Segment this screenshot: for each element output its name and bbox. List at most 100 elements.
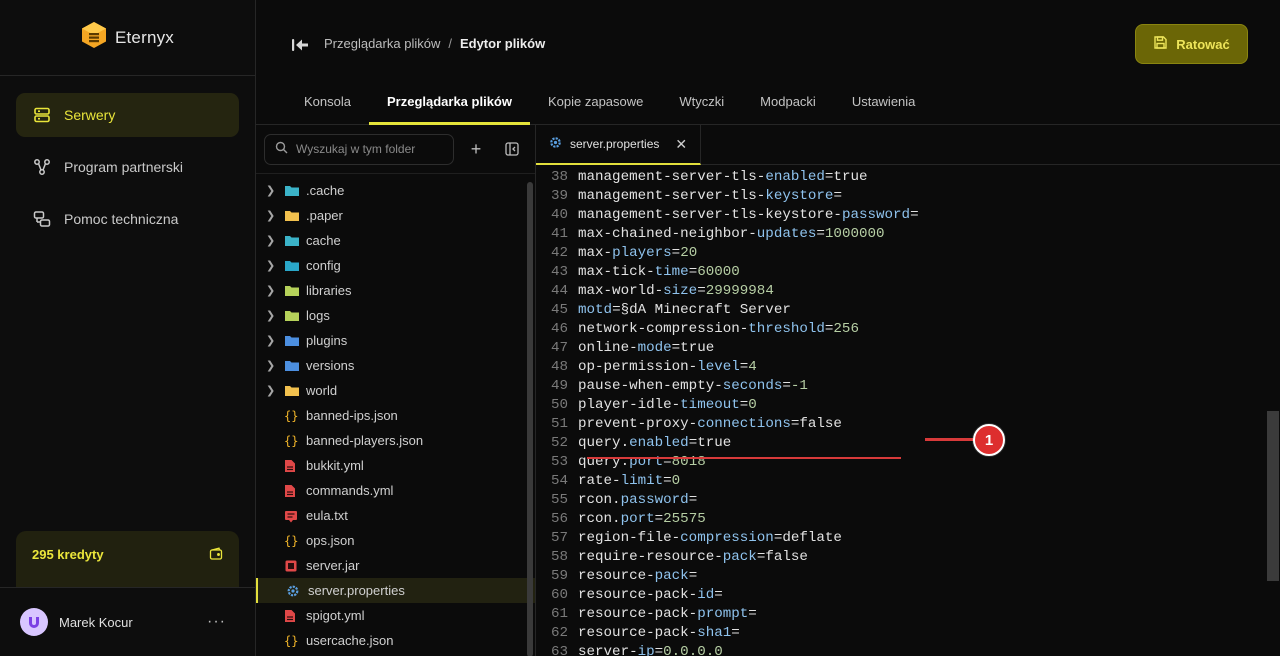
brand[interactable]: Eternyx <box>0 0 255 76</box>
folder-icon <box>284 384 304 398</box>
line-text: online-mode=true <box>578 340 715 356</box>
code-line[interactable]: 53 query.port=8018 <box>536 453 1280 472</box>
tab-backups[interactable]: Kopie zapasowe <box>530 82 661 122</box>
folder-logs-icon <box>284 309 304 323</box>
tree-file-row[interactable]: server.properties <box>256 578 535 603</box>
code-line[interactable]: 39 management-server-tls-keystore= <box>536 187 1280 206</box>
line-number: 51 <box>550 416 568 432</box>
tree-folder-row[interactable]: ❯ plugins <box>256 328 535 353</box>
tree-file-row[interactable]: {} usercache.json <box>256 628 535 653</box>
code-line[interactable]: 46 network-compression-threshold=256 <box>536 320 1280 339</box>
avatar[interactable] <box>20 608 48 636</box>
tree-folder-row[interactable]: ❯ config <box>256 253 535 278</box>
tree-file-row[interactable]: {} ops.json <box>256 528 535 553</box>
line-number: 52 <box>550 435 568 451</box>
editor-tab-server-properties[interactable]: server.properties ✕ <box>536 125 701 165</box>
code-line[interactable]: 51 prevent-proxy-connections=false <box>536 415 1280 434</box>
code-line[interactable]: 50 player-idle-timeout=0 <box>536 396 1280 415</box>
tree-folder-row[interactable]: ❯ .cache <box>256 178 535 203</box>
tree-folder-row[interactable]: ❯ libraries <box>256 278 535 303</box>
chevron-right-icon[interactable]: ❯ <box>256 234 284 247</box>
txt-icon <box>284 509 304 523</box>
more-options-icon[interactable]: ··· <box>207 613 226 631</box>
code-line[interactable]: 44 max-world-size=29999984 <box>536 282 1280 301</box>
tree-scrollbar[interactable] <box>527 182 533 656</box>
code-line[interactable]: 49 pause-when-empty-seconds=-1 <box>536 377 1280 396</box>
chevron-right-icon[interactable]: ❯ <box>256 259 284 272</box>
tree-file-row[interactable]: {} banned-players.json <box>256 428 535 453</box>
line-number: 58 <box>550 549 568 565</box>
tree-file-row[interactable]: eula.txt <box>256 503 535 528</box>
code-line[interactable]: 43 max-tick-time=60000 <box>536 263 1280 282</box>
tree-item-label: logs <box>306 308 330 323</box>
tab-console[interactable]: Konsola <box>286 82 369 122</box>
code-line[interactable]: 56 rcon.port=25575 <box>536 510 1280 529</box>
breadcrumb-parent[interactable]: Przeglądarka plików <box>324 36 440 51</box>
tree-folder-row[interactable]: ❯ logs <box>256 303 535 328</box>
jar-icon <box>284 559 304 573</box>
chevron-right-icon[interactable]: ❯ <box>256 384 284 397</box>
tree-item-label: versions <box>306 358 355 373</box>
code-line[interactable]: 59 resource-pack= <box>536 567 1280 586</box>
collapse-panel-icon[interactable] <box>498 135 526 163</box>
sidebar-item-partner-program[interactable]: Program partnerski <box>16 145 239 189</box>
tab-plugins[interactable]: Wtyczki <box>661 82 742 122</box>
save-button[interactable]: Ratować <box>1135 24 1248 64</box>
code-line[interactable]: 54 rate-limit=0 <box>536 472 1280 491</box>
tree-item-label: ops.json <box>306 533 355 548</box>
folder-versions-icon <box>284 359 304 373</box>
code-line[interactable]: 52 query.enabled=true <box>536 434 1280 453</box>
code-line[interactable]: 61 resource-pack-prompt= <box>536 605 1280 624</box>
tree-file-row[interactable]: server.jar <box>256 553 535 578</box>
code-line[interactable]: 42 max-players=20 <box>536 244 1280 263</box>
code-line[interactable]: 57 region-file-compression=deflate <box>536 529 1280 548</box>
sidebar-item-servers[interactable]: Serwery <box>16 93 239 137</box>
close-icon[interactable]: ✕ <box>675 136 687 153</box>
tree-file-row[interactable]: {} banned-ips.json <box>256 403 535 428</box>
credits-card[interactable]: 295 kredyty <box>16 531 239 587</box>
tab-settings[interactable]: Ustawienia <box>834 82 934 122</box>
code-line[interactable]: 60 resource-pack-id= <box>536 586 1280 605</box>
line-text: resource-pack-prompt= <box>578 606 757 622</box>
chevron-right-icon[interactable]: ❯ <box>256 359 284 372</box>
back-arrow-icon[interactable] <box>290 35 310 55</box>
chevron-right-icon[interactable]: ❯ <box>256 334 284 347</box>
code-line[interactable]: 47 online-mode=true <box>536 339 1280 358</box>
tree-file-row[interactable]: commands.yml <box>256 478 535 503</box>
line-number: 39 <box>550 188 568 204</box>
tree-item-label: world <box>306 383 338 398</box>
sidebar-item-support[interactable]: Pomoc techniczna <box>16 197 239 241</box>
editor-scrollbar[interactable] <box>1267 411 1279 581</box>
code-editor[interactable]: 38 management-server-tls-enabled=true 39 ma… <box>536 166 1280 656</box>
tree-folder-row[interactable]: ❯ versions <box>256 353 535 378</box>
code-line[interactable]: 55 rcon.password= <box>536 491 1280 510</box>
tree-folder-row[interactable]: ❯ .paper <box>256 203 535 228</box>
tree-file-row[interactable]: bukkit.yml <box>256 453 535 478</box>
code-line[interactable]: 63 server-ip=0.0.0.0 <box>536 643 1280 656</box>
tab-file-browser[interactable]: Przeglądarka plików <box>368 82 530 125</box>
file-search-box[interactable] <box>264 133 454 165</box>
code-line[interactable]: 38 management-server-tls-enabled=true <box>536 168 1280 187</box>
chevron-right-icon[interactable]: ❯ <box>256 209 284 222</box>
code-line[interactable]: 40 management-server-tls-keystore-passwor… <box>536 206 1280 225</box>
line-text: player-idle-timeout=0 <box>578 397 757 413</box>
tab-modpacks[interactable]: Modpacki <box>742 82 834 122</box>
code-line[interactable]: 62 resource-pack-sha1= <box>536 624 1280 643</box>
chevron-right-icon[interactable]: ❯ <box>256 309 284 322</box>
line-text: op-permission-level=4 <box>578 359 757 375</box>
line-number: 47 <box>550 340 568 356</box>
line-number: 46 <box>550 321 568 337</box>
code-line[interactable]: 58 require-resource-pack=false <box>536 548 1280 567</box>
chevron-right-icon[interactable]: ❯ <box>256 284 284 297</box>
code-line[interactable]: 48 op-permission-level=4 <box>536 358 1280 377</box>
code-line[interactable]: 41 max-chained-neighbor-updates=1000000 <box>536 225 1280 244</box>
tree-folder-row[interactable]: ❯ cache <box>256 228 535 253</box>
add-file-button[interactable]: + <box>462 135 490 163</box>
search-input[interactable] <box>296 142 446 156</box>
tree-folder-row[interactable]: ❯ world <box>256 378 535 403</box>
tree-file-row[interactable]: spigot.yml <box>256 603 535 628</box>
chevron-right-icon[interactable]: ❯ <box>256 184 284 197</box>
line-text: motd=§dA Minecraft Server <box>578 302 791 318</box>
code-line[interactable]: 45 motd=§dA Minecraft Server <box>536 301 1280 320</box>
line-number: 56 <box>550 511 568 527</box>
